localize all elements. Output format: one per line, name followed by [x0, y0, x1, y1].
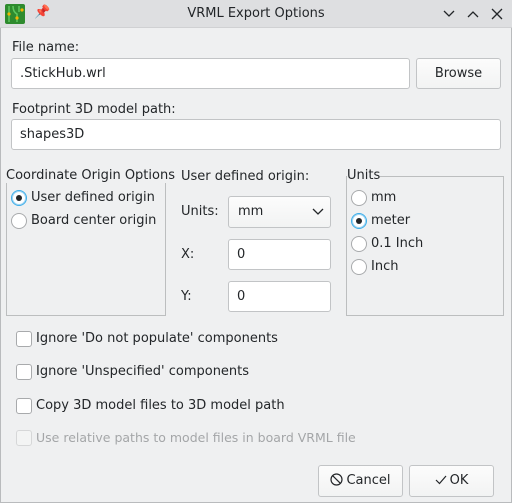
- ok-button[interactable]: OK: [409, 465, 494, 497]
- ignore-dnp-checkbox[interactable]: [16, 331, 32, 347]
- window-title: VRML Export Options: [187, 6, 325, 21]
- x-input[interactable]: 0: [228, 239, 331, 270]
- file-name-label: File name:: [12, 40, 80, 55]
- cancel-label: Cancel: [346, 473, 391, 488]
- units-select[interactable]: mm: [228, 196, 331, 228]
- units-group-title: Units: [347, 168, 381, 183]
- tenth-inch-radio[interactable]: [351, 236, 367, 252]
- mm-label[interactable]: mm: [371, 190, 396, 205]
- board-center-origin-radio[interactable]: [11, 213, 27, 229]
- maximize-icon[interactable]: [467, 8, 479, 20]
- minimize-icon[interactable]: [443, 8, 455, 20]
- inch-label[interactable]: Inch: [371, 259, 398, 274]
- cancel-button[interactable]: Cancel: [318, 465, 403, 497]
- chevron-down-icon: [312, 208, 324, 215]
- inch-radio[interactable]: [351, 259, 367, 275]
- relative-paths-label: Use relative paths to model files in boa…: [36, 430, 356, 445]
- ignore-unspecified-checkbox[interactable]: [16, 364, 32, 380]
- meter-radio[interactable]: [351, 213, 367, 229]
- file-name-input[interactable]: .StickHub.wrl: [11, 58, 410, 89]
- close-icon[interactable]: [491, 8, 503, 20]
- copy-3d-models-label[interactable]: Copy 3D model files to 3D model path: [36, 398, 285, 413]
- mm-radio[interactable]: [351, 190, 367, 206]
- cancel-icon: [330, 473, 344, 486]
- coordinate-origin-title: Coordinate Origin Options: [6, 168, 175, 183]
- tenth-inch-label[interactable]: 0.1 Inch: [371, 236, 423, 251]
- meter-label[interactable]: meter: [371, 213, 410, 228]
- units-group: [346, 176, 504, 316]
- units-select-value: mm: [238, 204, 264, 219]
- board-center-origin-label[interactable]: Board center origin: [31, 213, 156, 228]
- footprint-path-label: Footprint 3D model path:: [12, 102, 176, 117]
- ok-label: OK: [449, 473, 469, 488]
- ignore-unspecified-label[interactable]: Ignore 'Unspecified' components: [36, 364, 249, 379]
- relative-paths-checkbox: [16, 430, 32, 446]
- y-label: Y:: [181, 289, 192, 304]
- browse-button[interactable]: Browse: [416, 58, 501, 89]
- checkmark-icon: [435, 475, 447, 485]
- user-defined-origin-radio[interactable]: [11, 190, 27, 206]
- units-label: Units:: [181, 204, 219, 219]
- footprint-path-input[interactable]: shapes3D: [11, 119, 501, 150]
- y-input[interactable]: 0: [228, 281, 331, 312]
- title-bar: 📌 VRML Export Options: [0, 0, 512, 28]
- copy-3d-models-checkbox[interactable]: [16, 398, 32, 414]
- user-origin-title: User defined origin:: [181, 169, 310, 184]
- user-defined-origin-label[interactable]: User defined origin: [31, 190, 155, 205]
- x-label: X:: [181, 247, 195, 262]
- ignore-dnp-label[interactable]: Ignore 'Do not populate' components: [36, 331, 278, 346]
